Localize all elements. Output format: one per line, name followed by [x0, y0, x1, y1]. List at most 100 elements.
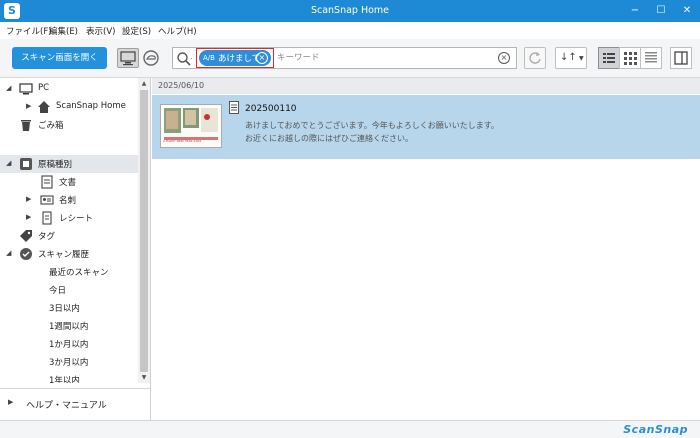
menu-settings[interactable]: 設定(S) [122, 25, 151, 37]
sidebar-item-label: 名刺 [59, 196, 77, 206]
sort-button[interactable]: ↓↑ ▼ [555, 47, 587, 69]
computer-icon [120, 51, 136, 66]
file-row[interactable]: A HAPPY NEW YEAR 2009 202500110 あけましておめで… [152, 95, 700, 159]
list-view-button[interactable] [598, 47, 620, 69]
sidebar-item-within-1-year[interactable]: 1年以内 [0, 371, 138, 383]
sidebar-item-label: タグ [38, 232, 56, 242]
search-box: A/B あけまして × × [172, 47, 517, 69]
sidebar-item-label: 文書 [59, 178, 77, 188]
file-text-line-2: お近くにお越しの際にはぜひご連絡ください。 [245, 134, 413, 143]
sidebar-item-receipts[interactable]: ▶ レシート [0, 209, 138, 227]
cloud-view-button[interactable] [141, 48, 161, 68]
sidebar-item-recent-scans[interactable]: 最近のスキャン [0, 263, 138, 281]
clear-search-icon[interactable]: × [498, 52, 510, 64]
tag-icon [20, 230, 32, 242]
sidebar-item-tags[interactable]: タグ [0, 227, 138, 245]
window-title: ScanSnap Home [310, 5, 390, 16]
expand-arrow-icon[interactable]: ▶ [26, 102, 31, 110]
status-bar: ScanSnap [0, 420, 700, 438]
title-bar: S ScanSnap Home − ☐ ✕ [0, 0, 700, 22]
search-icon[interactable] [176, 51, 192, 67]
sidebar: ◢ PC ▶ ScanSnap Home ごみ箱 ◢ 原稿種別 文書 ▶ 名刺 … [0, 78, 151, 420]
minimize-button[interactable]: − [624, 3, 646, 19]
sidebar-item-within-3-days[interactable]: 3日以内 [0, 299, 138, 317]
scrollbar-thumb[interactable] [140, 90, 148, 372]
sidebar-item-trash[interactable]: ごみ箱 [0, 116, 138, 134]
expand-arrow-icon[interactable]: ▶ [26, 213, 31, 221]
refresh-icon [529, 52, 541, 64]
sidebar-item-label: 最近のスキャン [49, 268, 109, 278]
menu-file[interactable]: ファイル(F) [6, 25, 52, 37]
content-list: 2025/06/10 A HAPPY NEW YEAR 2009 2025001… [152, 78, 700, 420]
maximize-button[interactable]: ☐ [650, 3, 672, 19]
menu-help[interactable]: ヘルプ(H) [158, 25, 197, 37]
help-manual-label: ヘルプ・マニュアル [26, 401, 107, 411]
text-search-icon: A/B [203, 54, 215, 62]
chevron-down-icon: ▼ [579, 55, 584, 62]
side-panel-toggle-button[interactable] [670, 47, 692, 69]
sidebar-item-label: 3日以内 [49, 304, 80, 314]
refresh-button[interactable] [524, 47, 546, 69]
file-text-line-1: あけましておめでとうございます。今年もよろしくお願いいたします。 [245, 121, 499, 130]
file-name: 202500110 [245, 104, 297, 114]
search-keyword-chip[interactable]: A/B あけまして × [199, 50, 271, 66]
sidebar-item-label: 1週間以内 [49, 322, 89, 332]
collapse-arrow-icon[interactable]: ◢ [6, 84, 11, 92]
sidebar-item-within-1-week[interactable]: 1週間以内 [0, 317, 138, 335]
thumbnail-view-button[interactable] [619, 47, 641, 69]
close-button[interactable]: ✕ [676, 3, 698, 19]
menu-view[interactable]: 表示(V) [86, 25, 115, 37]
collapse-arrow-icon[interactable]: ◢ [6, 249, 11, 257]
sidebar-item-documents[interactable]: 文書 [0, 173, 138, 191]
sidebar-item-business-cards[interactable]: ▶ 名刺 [0, 191, 138, 209]
scroll-down-icon[interactable]: ▼ [138, 372, 150, 383]
open-scan-window-button[interactable]: スキャン画面を開く [12, 47, 107, 69]
sidebar-item-label: スキャン履歴 [38, 250, 90, 260]
receipt-icon [42, 211, 52, 225]
expand-arrow-icon[interactable]: ▶ [26, 195, 31, 203]
sidebar-item-pc[interactable]: ◢ PC [0, 80, 138, 98]
chip-remove-icon[interactable]: × [256, 52, 268, 64]
keyword-input[interactable] [277, 50, 487, 66]
scroll-up-icon[interactable]: ▲ [138, 78, 150, 89]
sidebar-item-label: PC [38, 83, 50, 93]
trash-icon [21, 120, 31, 131]
pc-view-button[interactable] [117, 48, 139, 68]
toolbar: スキャン画面を開く A/B あけまして × × [0, 39, 700, 78]
sidebar-item-label: 1年以内 [49, 376, 80, 383]
sort-icon: ↓↑ [560, 52, 577, 63]
date-group-header: 2025/06/10 [152, 78, 700, 94]
document-thumbnail[interactable]: A HAPPY NEW YEAR 2009 [160, 104, 222, 148]
help-manual-item[interactable]: ▶ ヘルプ・マニュアル [0, 388, 150, 418]
sidebar-item-label: ScanSnap Home [56, 101, 126, 111]
grid-view-icon [624, 52, 637, 65]
expand-arrow-icon[interactable]: ▶ [8, 398, 13, 406]
scansnap-brand-logo: ScanSnap [623, 423, 688, 436]
home-icon [38, 101, 50, 113]
detail-view-button[interactable] [640, 47, 662, 69]
sidebar-item-scansnap-home[interactable]: ▶ ScanSnap Home [0, 98, 138, 116]
document-icon [41, 175, 53, 189]
sidebar-item-label: ごみ箱 [38, 121, 64, 131]
sidebar-item-label: 今日 [49, 286, 67, 296]
sidebar-item-today[interactable]: 今日 [0, 281, 138, 299]
business-card-icon [40, 195, 54, 205]
history-icon [20, 248, 32, 260]
cloud-sync-icon [143, 50, 159, 66]
detail-view-icon [645, 52, 657, 63]
menu-edit[interactable]: 編集(E) [49, 25, 78, 37]
thumbnail-caption: A HAPPY NEW YEAR 2009 [163, 139, 202, 143]
search-chip-label: あけまして [218, 54, 261, 64]
sidebar-item-within-3-months[interactable]: 3か月以内 [0, 353, 138, 371]
list-view-icon [603, 53, 615, 63]
menu-bar: ファイル(F) 編集(E) 表示(V) 設定(S) ヘルプ(H) [0, 22, 700, 39]
sidebar-item-label: 原稿種別 [38, 160, 73, 170]
sidebar-item-label: レシート [59, 214, 94, 224]
sidebar-item-document-type[interactable]: ◢ 原稿種別 [0, 155, 138, 173]
file-icon [229, 101, 239, 114]
sidebar-scrollbar[interactable]: ▲ ▼ [138, 78, 150, 383]
computer-icon [19, 83, 33, 95]
collapse-arrow-icon[interactable]: ◢ [6, 159, 11, 167]
sidebar-item-within-1-month[interactable]: 1か月以内 [0, 335, 138, 353]
sidebar-item-scan-history[interactable]: ◢ スキャン履歴 [0, 245, 138, 263]
